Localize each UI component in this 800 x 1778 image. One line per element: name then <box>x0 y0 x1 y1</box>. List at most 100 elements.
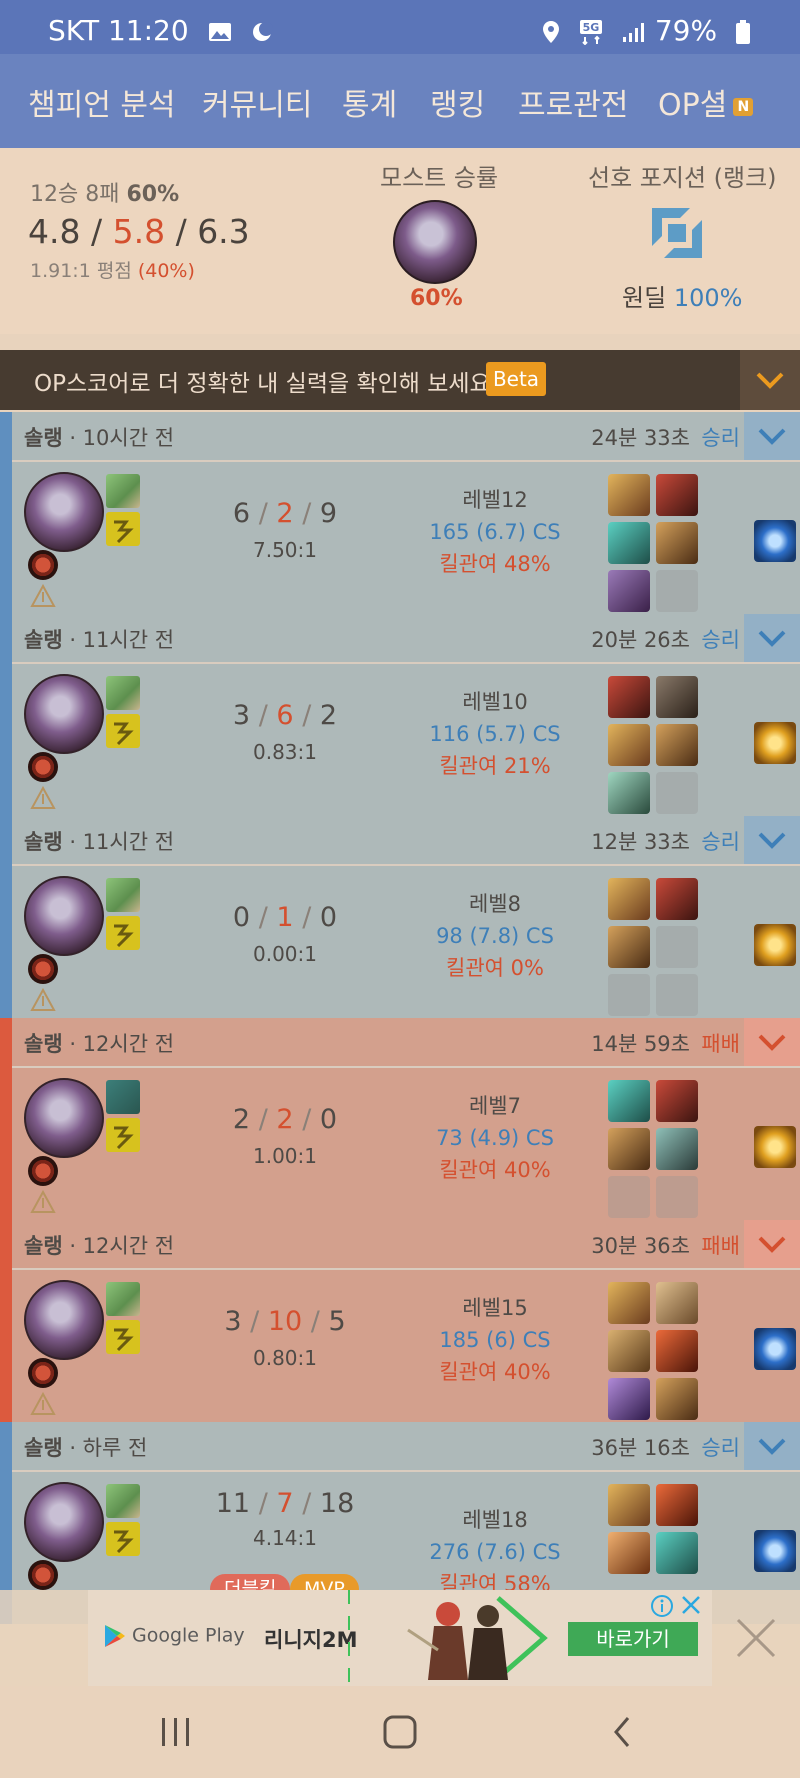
spell-flash-icon <box>106 1320 140 1354</box>
result-strip <box>0 614 12 816</box>
expand-match-button[interactable] <box>744 412 800 460</box>
item-icon[interactable] <box>608 724 650 766</box>
ad-close-icon[interactable] <box>680 1594 702 1616</box>
item-icon[interactable] <box>608 1484 650 1526</box>
match-card[interactable]: 솔랭 · 12시간 전 30분 36초 패배 3 / 10 / 5 0.80:1… <box>0 1220 800 1422</box>
close-icon[interactable] <box>730 1612 782 1664</box>
champion-portrait[interactable] <box>24 674 104 754</box>
expand-match-button[interactable] <box>744 816 800 864</box>
item-icon[interactable] <box>608 1128 650 1170</box>
item-icon[interactable] <box>608 878 650 920</box>
item-icon[interactable] <box>608 1282 650 1324</box>
expand-match-button[interactable] <box>744 1018 800 1066</box>
assists: 9 <box>319 498 338 529</box>
item-icon[interactable] <box>656 1378 698 1420</box>
kills: 2 <box>232 1104 251 1135</box>
banner-expand[interactable] <box>740 350 800 410</box>
result-strip <box>0 1018 12 1220</box>
nav-op-social[interactable]: OP셜 N <box>658 80 754 124</box>
item-icon[interactable] <box>608 772 650 814</box>
item-icon[interactable] <box>656 878 698 920</box>
chevron-down-icon <box>758 428 786 445</box>
nav-champion-analysis[interactable]: 챔피언 분석 <box>28 80 176 124</box>
back-icon[interactable] <box>610 1714 634 1750</box>
secondary-rune-icon <box>30 584 56 607</box>
item-icon[interactable] <box>656 676 698 718</box>
match-stats: 레벨7 73 (4.9) CS 킬관여 40% <box>420 1090 570 1186</box>
match-header: 솔랭 · 11시간 전 20분 26초 승리 <box>12 614 800 664</box>
status-left: SKT 11:20 <box>48 14 273 47</box>
match-type: 솔랭 · 10시간 전 <box>24 422 174 452</box>
op-score-banner[interactable]: OP스코어로 더 정확한 내 실력을 확인해 보세요 Beta <box>0 350 800 410</box>
trinket-icon[interactable] <box>754 1530 796 1572</box>
nav-community[interactable]: 커뮤니티 <box>202 80 312 124</box>
chevron-down-icon <box>758 630 786 647</box>
item-icon[interactable] <box>608 676 650 718</box>
queue-type: 솔랭 <box>24 628 63 652</box>
match-card[interactable]: 솔랭 · 12시간 전 14분 59초 패배 2 / 2 / 0 1.00:1 … <box>0 1018 800 1220</box>
item-icon[interactable] <box>656 522 698 564</box>
win-loss-record: 12승 8패 60% <box>30 176 179 208</box>
keystone-rune-icon <box>28 752 58 782</box>
item-icon[interactable] <box>656 1484 698 1526</box>
most-champion-avatar[interactable] <box>393 200 477 284</box>
match-kda: 0 / 1 / 0 <box>232 902 338 933</box>
recent-apps-icon[interactable] <box>160 1714 192 1750</box>
champion-portrait[interactable] <box>24 1280 104 1360</box>
match-card[interactable]: 솔랭 · 11시간 전 12분 33초 승리 0 / 1 / 0 0.00:1 … <box>0 816 800 1018</box>
trinket-icon[interactable] <box>754 1328 796 1370</box>
item-icon[interactable] <box>608 1080 650 1122</box>
keystone-rune-icon <box>28 550 58 580</box>
item-icon[interactable] <box>608 570 650 612</box>
expand-match-button[interactable] <box>744 1220 800 1268</box>
ad-cta-button[interactable]: 바로가기 <box>568 1622 698 1656</box>
match-duration: 30분 36초 <box>591 1234 690 1258</box>
match-card[interactable]: 솔랭 · 10시간 전 24분 33초 승리 6 / 2 / 9 7.50:1 … <box>0 412 800 614</box>
system-nav-bar <box>0 1686 800 1778</box>
match-result: 패배 <box>701 1032 740 1056</box>
nav-ranking[interactable]: 랭킹 <box>430 80 485 124</box>
trinket-icon[interactable] <box>754 722 796 764</box>
empty-item-slot <box>656 974 698 1016</box>
deaths: 10 <box>267 1306 303 1337</box>
match-card[interactable]: 솔랭 · 11시간 전 20분 26초 승리 3 / 6 / 2 0.83:1 … <box>0 614 800 816</box>
time-ago: · 11시간 전 <box>69 830 175 854</box>
item-icon[interactable] <box>608 1378 650 1420</box>
info-icon[interactable] <box>650 1594 674 1618</box>
kills: 6 <box>232 498 251 529</box>
item-icon[interactable] <box>656 1330 698 1372</box>
item-icon[interactable] <box>656 1532 698 1574</box>
item-icon[interactable] <box>608 1532 650 1574</box>
trinket-icon[interactable] <box>754 520 796 562</box>
item-icon[interactable] <box>608 522 650 564</box>
trinket-icon[interactable] <box>754 1126 796 1168</box>
expand-match-button[interactable] <box>744 614 800 662</box>
ad-banner[interactable]: Google Play 리니지2M 바로가기 <box>88 1590 712 1686</box>
champion-portrait[interactable] <box>24 1482 104 1562</box>
item-icon[interactable] <box>656 474 698 516</box>
champion-portrait[interactable] <box>24 1078 104 1158</box>
champion-portrait[interactable] <box>24 876 104 956</box>
match-kda: 3 / 6 / 2 <box>232 700 338 731</box>
item-icon[interactable] <box>656 1128 698 1170</box>
spell-flash-icon <box>106 512 140 546</box>
item-icon[interactable] <box>608 474 650 516</box>
champion-portrait[interactable] <box>24 472 104 552</box>
expand-match-button[interactable] <box>744 1422 800 1470</box>
item-icon[interactable] <box>656 724 698 766</box>
nav-stats[interactable]: 통계 <box>342 80 397 124</box>
nav-pro-spectate[interactable]: 프로관전 <box>518 80 628 124</box>
item-icon[interactable] <box>656 1080 698 1122</box>
item-icon[interactable] <box>608 1330 650 1372</box>
ad-artwork <box>348 1590 548 1686</box>
spell-flash-icon <box>106 916 140 950</box>
item-icon[interactable] <box>608 926 650 968</box>
trinket-icon[interactable] <box>754 924 796 966</box>
home-icon[interactable] <box>382 1714 418 1750</box>
carrier: SKT <box>48 14 100 47</box>
ratio-text: 1.91:1 평점 <box>30 260 132 282</box>
kda-ratio: 7.50:1 <box>253 538 317 562</box>
secondary-rune-icon <box>30 988 56 1011</box>
item-icon[interactable] <box>656 1282 698 1324</box>
queue-type: 솔랭 <box>24 1234 63 1258</box>
